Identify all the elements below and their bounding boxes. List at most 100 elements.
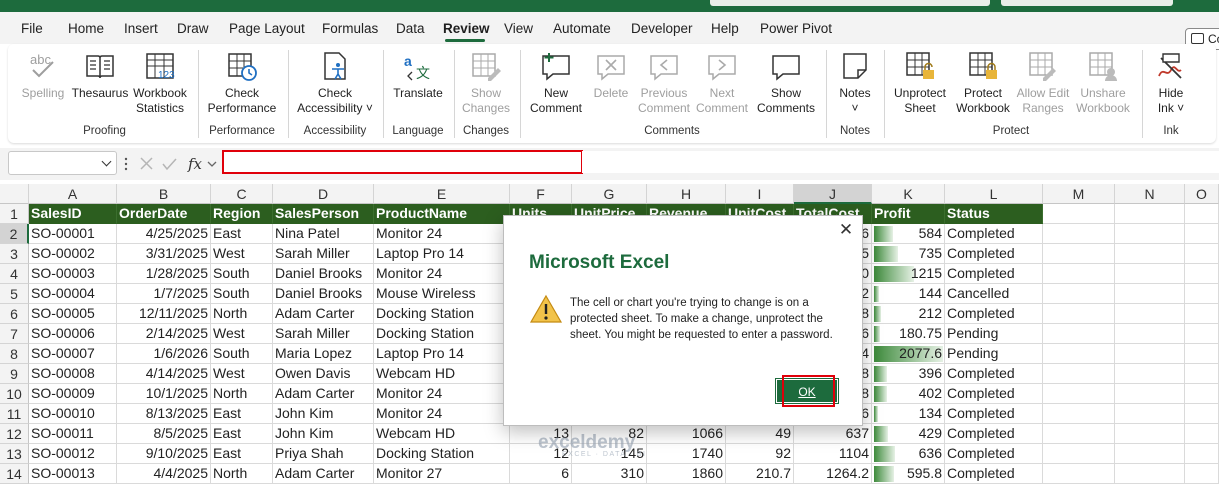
cell[interactable] [1043,224,1115,244]
unprotect-sheet-button[interactable]: Unprotect Sheet [888,50,952,116]
table-cell[interactable]: North [211,384,273,404]
table-cell[interactable]: 4/14/2025 [117,364,211,384]
cell[interactable] [1115,224,1185,244]
table-cell[interactable]: Laptop Pro 14 [374,344,510,364]
column-header-n[interactable]: N [1115,184,1185,204]
table-cell[interactable]: SO-00012 [29,444,117,464]
check-performance-button[interactable]: Check Performance [202,50,282,116]
table-cell[interactable]: 49 [726,424,794,444]
cell[interactable] [1185,244,1219,264]
tab-review[interactable]: Review [443,21,490,36]
table-cell[interactable]: West [211,324,273,344]
table-cell[interactable]: Laptop Pro 14 [374,244,510,264]
cell[interactable] [1185,424,1219,444]
table-header-cell[interactable]: Region [211,204,273,224]
close-icon[interactable]: ✕ [836,220,856,240]
table-cell[interactable]: Completed [945,244,1043,264]
cell[interactable] [1185,404,1219,424]
table-cell[interactable]: Completed [945,364,1043,384]
table-cell[interactable]: 8/13/2025 [117,404,211,424]
column-header-g[interactable]: G [572,184,647,204]
profit-cell[interactable]: 134 [872,404,945,424]
table-cell[interactable]: SO-00005 [29,304,117,324]
table-cell[interactable]: 2/14/2025 [117,324,211,344]
tab-home[interactable]: Home [68,21,104,36]
cell[interactable] [1185,264,1219,284]
table-cell[interactable]: Webcam HD [374,364,510,384]
profit-cell[interactable]: 2077.6 [872,344,945,364]
cell[interactable] [1043,324,1115,344]
cell[interactable] [1043,244,1115,264]
table-cell[interactable]: South [211,264,273,284]
tab-help[interactable]: Help [711,21,739,36]
profit-cell[interactable]: 429 [872,424,945,444]
row-header-12[interactable]: 12 [0,424,29,444]
cell[interactable] [1185,384,1219,404]
cell[interactable] [1185,464,1219,484]
row-header-13[interactable]: 13 [0,444,29,464]
table-cell[interactable]: Nina Patel [273,224,374,244]
table-cell[interactable]: South [211,284,273,304]
table-cell[interactable]: 1066 [647,424,726,444]
cell[interactable] [1043,264,1115,284]
tab-insert[interactable]: Insert [124,21,158,36]
profit-cell[interactable]: 595.8 [872,464,945,484]
tab-page-layout[interactable]: Page Layout [229,21,305,36]
table-cell[interactable]: SO-00004 [29,284,117,304]
table-cell[interactable]: SO-00011 [29,424,117,444]
next-comment-button[interactable]: Next Comment [694,50,750,116]
profit-cell[interactable]: 396 [872,364,945,384]
tab-power-pivot[interactable]: Power Pivot [760,21,832,36]
row-header-5[interactable]: 5 [0,284,29,304]
column-header-e[interactable]: E [374,184,510,204]
table-cell[interactable]: 1104 [794,444,872,464]
row-header-9[interactable]: 9 [0,364,29,384]
cell[interactable] [1043,364,1115,384]
table-cell[interactable]: John Kim [273,404,374,424]
cell[interactable] [1043,444,1115,464]
table-cell[interactable]: West [211,364,273,384]
previous-comment-button[interactable]: Previous Comment [634,50,694,116]
cell[interactable] [1115,364,1185,384]
cell[interactable] [1043,384,1115,404]
table-header-cell[interactable]: SalesPerson [273,204,374,224]
table-cell[interactable]: Completed [945,404,1043,424]
spelling-button[interactable]: abc Spelling [16,50,70,101]
table-cell[interactable]: 1860 [647,464,726,484]
table-cell[interactable]: 8/5/2025 [117,424,211,444]
workbook-statistics-button[interactable]: 123 Workbook Statistics [130,50,190,116]
table-header-cell[interactable]: Profit [872,204,945,224]
cell[interactable] [1185,324,1219,344]
table-cell[interactable]: Monitor 27 [374,464,510,484]
table-header-cell[interactable]: ProductName [374,204,510,224]
table-cell[interactable]: Monitor 24 [374,264,510,284]
table-cell[interactable]: South [211,344,273,364]
select-all-corner[interactable] [0,184,29,204]
tab-draw[interactable]: Draw [177,21,209,36]
table-cell[interactable]: North [211,304,273,324]
table-cell[interactable]: Mouse Wireless [374,284,510,304]
column-header-j[interactable]: J [794,184,872,204]
table-cell[interactable]: Sarah Miller [273,244,374,264]
table-cell[interactable]: 9/10/2025 [117,444,211,464]
row-header-8[interactable]: 8 [0,344,29,364]
column-header-o[interactable]: O [1185,184,1219,204]
table-cell[interactable]: Cancelled [945,284,1043,304]
table-header-cell[interactable]: SalesID [29,204,117,224]
unshare-workbook-button[interactable]: Unshare Workbook [1072,50,1134,116]
table-cell[interactable]: Completed [945,444,1043,464]
formula-input[interactable] [222,150,583,174]
table-cell[interactable]: Pending [945,324,1043,344]
delete-comment-button[interactable]: Delete [588,50,634,101]
table-cell[interactable]: 1740 [647,444,726,464]
row-header-1[interactable]: 1 [0,204,29,224]
table-cell[interactable]: Daniel Brooks [273,264,374,284]
cell[interactable] [1115,444,1185,464]
allow-edit-ranges-button[interactable]: Allow Edit Ranges [1014,50,1072,116]
row-header-10[interactable]: 10 [0,384,29,404]
row-header-11[interactable]: 11 [0,404,29,424]
name-box[interactable] [8,151,117,175]
formula-input-extension[interactable] [582,151,1219,173]
cell[interactable] [1043,304,1115,324]
protect-workbook-button[interactable]: Protect Workbook [952,50,1014,116]
